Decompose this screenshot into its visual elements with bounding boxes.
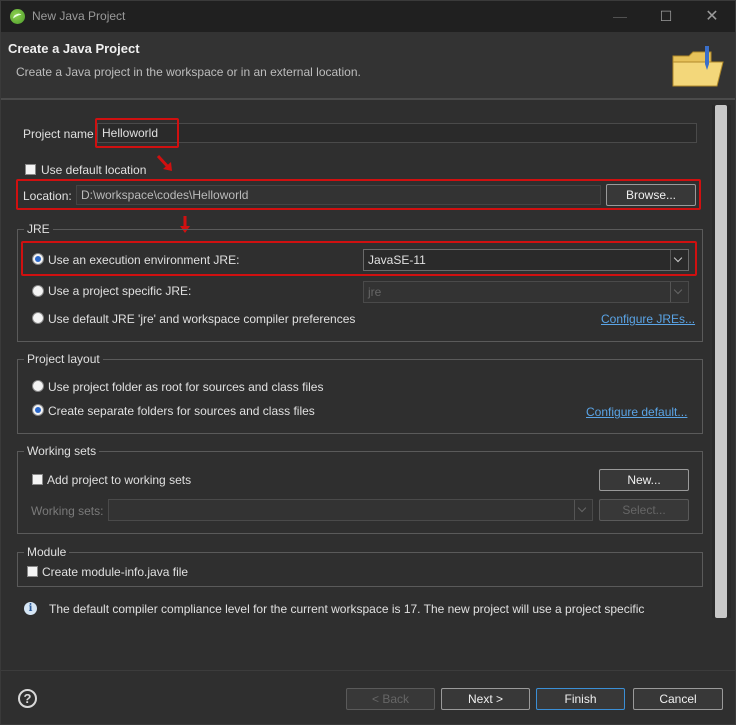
execution-env-select[interactable]: JavaSE-11 — [363, 249, 689, 271]
project-name-label: Project name — [23, 127, 94, 141]
wizard-header: Create a Java Project Create a Java proj… — [1, 32, 735, 98]
title-bar: New Java Project — ☐ ✕ — [1, 1, 735, 32]
working-sets-label: Working sets: — [31, 504, 104, 518]
browse-button[interactable]: Browse... — [606, 184, 696, 206]
project-layout-group-title: Project layout — [24, 352, 103, 366]
window-title: New Java Project — [32, 9, 126, 23]
separate-folders-label: Create separate folders for sources and … — [48, 404, 315, 418]
select-working-sets-button[interactable]: Select... — [599, 499, 689, 521]
working-sets-group-title: Working sets — [24, 444, 100, 458]
help-icon[interactable]: ? — [18, 689, 37, 708]
separate-folders-radio[interactable] — [32, 404, 44, 416]
location-field[interactable]: D:\workspace\codes\Helloworld — [76, 185, 601, 205]
use-default-location-checkbox[interactable] — [25, 164, 36, 175]
eclipse-icon — [10, 9, 25, 24]
create-module-info-checkbox[interactable] — [27, 566, 38, 577]
execution-env-label: Use an execution environment JRE: — [48, 253, 240, 267]
add-to-working-sets-label: Add project to working sets — [47, 473, 192, 487]
info-icon: i — [24, 602, 37, 615]
new-working-set-button[interactable]: New... — [599, 469, 689, 491]
info-message: The default compiler compliance level fo… — [49, 602, 645, 616]
execution-env-value: JavaSE-11 — [368, 253, 426, 267]
new-java-project-dialog: New Java Project — ☐ ✕ Create a Java Pro… — [0, 0, 736, 725]
project-name-field[interactable]: Helloworld — [97, 123, 697, 143]
close-button[interactable]: ✕ — [689, 1, 735, 32]
project-folder-root-radio[interactable] — [32, 380, 44, 392]
next-button[interactable]: Next > — [441, 688, 530, 710]
page-title: Create a Java Project — [8, 41, 140, 56]
chevron-down-icon — [574, 500, 592, 520]
jre-group-title: JRE — [24, 222, 53, 236]
project-layout-group — [17, 359, 703, 434]
chevron-down-icon — [670, 250, 688, 270]
maximize-button[interactable]: ☐ — [643, 1, 689, 32]
project-name-highlight — [95, 118, 179, 148]
configure-default-link[interactable]: Configure default... — [586, 405, 687, 419]
project-folder-root-label: Use project folder as root for sources a… — [48, 380, 324, 394]
minimize-button[interactable]: — — [597, 1, 643, 32]
working-sets-select[interactable] — [108, 499, 593, 521]
use-default-location-label: Use default location — [41, 163, 147, 177]
create-module-info-label: Create module-info.java file — [42, 565, 189, 579]
scrollbar-thumb[interactable] — [715, 105, 727, 618]
location-label: Location: — [23, 189, 72, 203]
default-jre-label: Use default JRE 'jre' and workspace comp… — [48, 312, 356, 326]
configure-jres-link[interactable]: Configure JREs... — [601, 312, 695, 326]
execution-env-radio[interactable] — [32, 253, 44, 265]
cancel-button[interactable]: Cancel — [633, 688, 723, 710]
back-button[interactable]: < Back — [346, 688, 435, 710]
project-specific-jre-value: jre — [368, 285, 382, 299]
project-specific-jre-label: Use a project specific JRE: — [48, 284, 192, 298]
add-to-working-sets-checkbox[interactable] — [32, 474, 43, 485]
finish-button[interactable]: Finish — [536, 688, 625, 710]
chevron-down-icon — [670, 282, 688, 302]
folder-icon — [672, 46, 724, 87]
default-jre-radio[interactable] — [32, 312, 44, 324]
module-group-title: Module — [24, 545, 70, 559]
page-description: Create a Java project in the workspace o… — [16, 65, 361, 79]
working-sets-group — [17, 451, 703, 534]
red-arrow-icon — [156, 154, 172, 171]
project-specific-jre-radio[interactable] — [32, 285, 44, 297]
project-specific-jre-select[interactable]: jre — [363, 281, 689, 303]
